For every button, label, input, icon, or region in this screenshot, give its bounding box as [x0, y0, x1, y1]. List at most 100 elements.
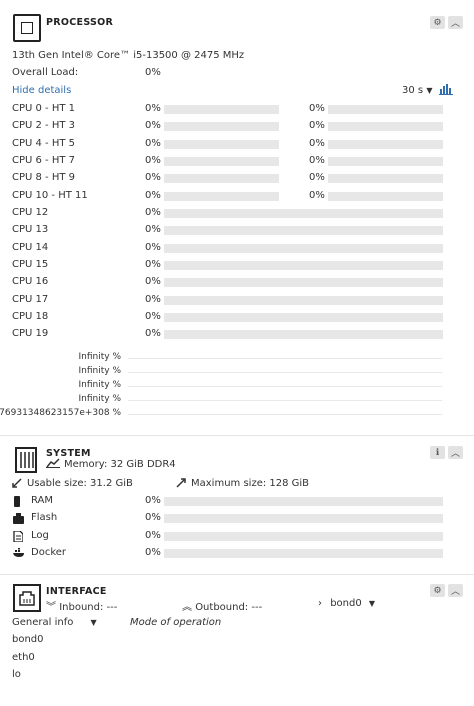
cpu-load-value: 0%	[145, 120, 161, 131]
interface-select[interactable]: › bond0 ▼	[318, 598, 375, 609]
outbound-stat: ︽ Outbound: ---	[182, 602, 263, 613]
ht-load-value: 0%	[309, 155, 325, 166]
cpu-load-value: 0%	[145, 155, 161, 166]
cpu-row-label: CPU 6 - HT 7	[12, 155, 76, 166]
system-usage-bar	[164, 514, 443, 523]
maximum-size: Maximum size: 128 GiB	[191, 478, 310, 489]
ht-load-value: 0%	[309, 138, 325, 149]
processor-icon	[13, 14, 41, 42]
collapse-button[interactable]: ︿	[448, 16, 463, 29]
chevron-down-icon: ▼	[368, 599, 376, 608]
cpu-load-value: 0%	[145, 172, 161, 183]
graph-tick-label: Infinity %	[78, 366, 122, 376]
ht-load-bar	[328, 140, 443, 149]
graph-gridline	[128, 372, 442, 373]
cpu-load-bar	[164, 330, 443, 339]
system-row-label: Docker	[31, 547, 67, 558]
graph-gridline	[128, 358, 442, 359]
cpu-row-label: CPU 18	[12, 311, 49, 322]
system-row-value: 0%	[145, 547, 161, 558]
interface-list-item[interactable]: eth0	[12, 652, 35, 663]
cpu-row-label: CPU 2 - HT 3	[12, 120, 76, 131]
cpu-load-value: 0%	[145, 224, 161, 235]
general-info-select[interactable]: General info ▼	[12, 617, 97, 628]
cpu-row-label: CPU 13	[12, 224, 49, 235]
graph-tick-label: Infinity %	[78, 352, 122, 362]
cpu-load-bar	[164, 122, 279, 131]
ht-load-value: 0%	[309, 103, 325, 114]
settings-button[interactable]: ⚙	[430, 16, 445, 29]
inbound-stat: ︾ Inbound: ---	[46, 602, 118, 613]
system-row-value: 0%	[145, 530, 161, 541]
cpu-row-label: CPU 10 - HT 11	[12, 190, 88, 201]
info-button[interactable]: ℹ	[430, 446, 445, 459]
flash-icon	[13, 513, 24, 527]
cpu-row-label: CPU 16	[12, 276, 49, 287]
mode-of-operation: Mode of operation	[130, 617, 222, 628]
shrink-arrows-icon	[12, 478, 22, 491]
ht-load-bar	[328, 192, 443, 201]
log-icon	[13, 530, 24, 545]
ht-load-bar	[328, 174, 443, 183]
cpu-load-value: 0%	[145, 103, 161, 114]
cpu-load-value: 0%	[145, 311, 161, 322]
hide-details-link[interactable]: Hide details	[12, 85, 71, 96]
panel-divider	[0, 574, 474, 575]
system-row-value: 0%	[145, 512, 161, 523]
cpu-row-label: CPU 8 - HT 9	[12, 172, 76, 183]
bar-chart-icon[interactable]	[439, 83, 453, 98]
chevron-down-icon: ▼	[90, 618, 97, 627]
cpu-row-label: CPU 4 - HT 5	[12, 138, 76, 149]
settings-button[interactable]: ⚙	[430, 584, 445, 597]
processor-model: 13th Gen Intel® Core™ i5-13500 @ 2475 MH…	[12, 50, 245, 61]
cpu-load-bar	[164, 296, 443, 305]
cpu-load-bar	[164, 226, 443, 235]
ht-load-value: 0%	[309, 120, 325, 131]
graph-tick-label: Infinity %	[78, 380, 122, 390]
graph-gridline	[128, 400, 442, 401]
docker-icon	[13, 548, 25, 561]
interval-value: 30 s	[402, 85, 424, 96]
overall-load-value: 0%	[145, 67, 161, 78]
cpu-load-value: 0%	[145, 207, 161, 218]
graph-tick-label: Infinity %	[78, 394, 122, 404]
overall-load-label: Overall Load:	[12, 67, 79, 78]
cpu-load-value: 0%	[145, 294, 161, 305]
system-usage-bar	[164, 532, 443, 541]
cpu-load-bar	[164, 105, 279, 114]
system-usage-bar	[164, 549, 443, 558]
interface-title: INTERFACE	[46, 586, 107, 597]
cpu-row-label: CPU 12	[12, 207, 49, 218]
cpu-load-bar	[164, 140, 279, 149]
cpu-load-bar	[164, 313, 443, 322]
cpu-load-value: 0%	[145, 138, 161, 149]
ht-load-bar	[328, 122, 443, 131]
interface-list-item[interactable]: lo	[12, 669, 21, 680]
ram-icon	[13, 496, 21, 510]
chevron-down-icon: ▼	[426, 86, 433, 95]
interval-select[interactable]: 30 s ▼	[402, 85, 432, 96]
cpu-load-bar	[164, 278, 443, 287]
ht-load-value: 0%	[309, 190, 325, 201]
cpu-load-bar	[164, 261, 443, 270]
cpu-load-bar	[164, 192, 279, 201]
network-port-icon	[13, 584, 41, 612]
collapse-button[interactable]: ︿	[448, 584, 463, 597]
double-chevron-down-icon: ︾	[46, 602, 60, 613]
double-chevron-up-icon: ︽	[182, 602, 196, 613]
ht-load-bar	[328, 157, 443, 166]
cpu-load-bar	[164, 174, 279, 183]
cpu-load-value: 0%	[145, 242, 161, 253]
collapse-button[interactable]: ︿	[448, 446, 463, 459]
system-row-value: 0%	[145, 495, 161, 506]
cpu-load-value: 0%	[145, 190, 161, 201]
system-row-label: Log	[31, 530, 49, 541]
panel-divider	[0, 435, 474, 436]
cpu-load-bar	[164, 157, 279, 166]
cpu-load-bar	[164, 209, 443, 218]
graph-tick-label: 1.7976931348623157e+308 %	[0, 408, 121, 418]
system-row-label: Flash	[31, 512, 58, 523]
memory-module-icon	[13, 446, 41, 474]
interface-list-item[interactable]: bond0	[12, 634, 44, 645]
cpu-load-value: 0%	[145, 259, 161, 270]
